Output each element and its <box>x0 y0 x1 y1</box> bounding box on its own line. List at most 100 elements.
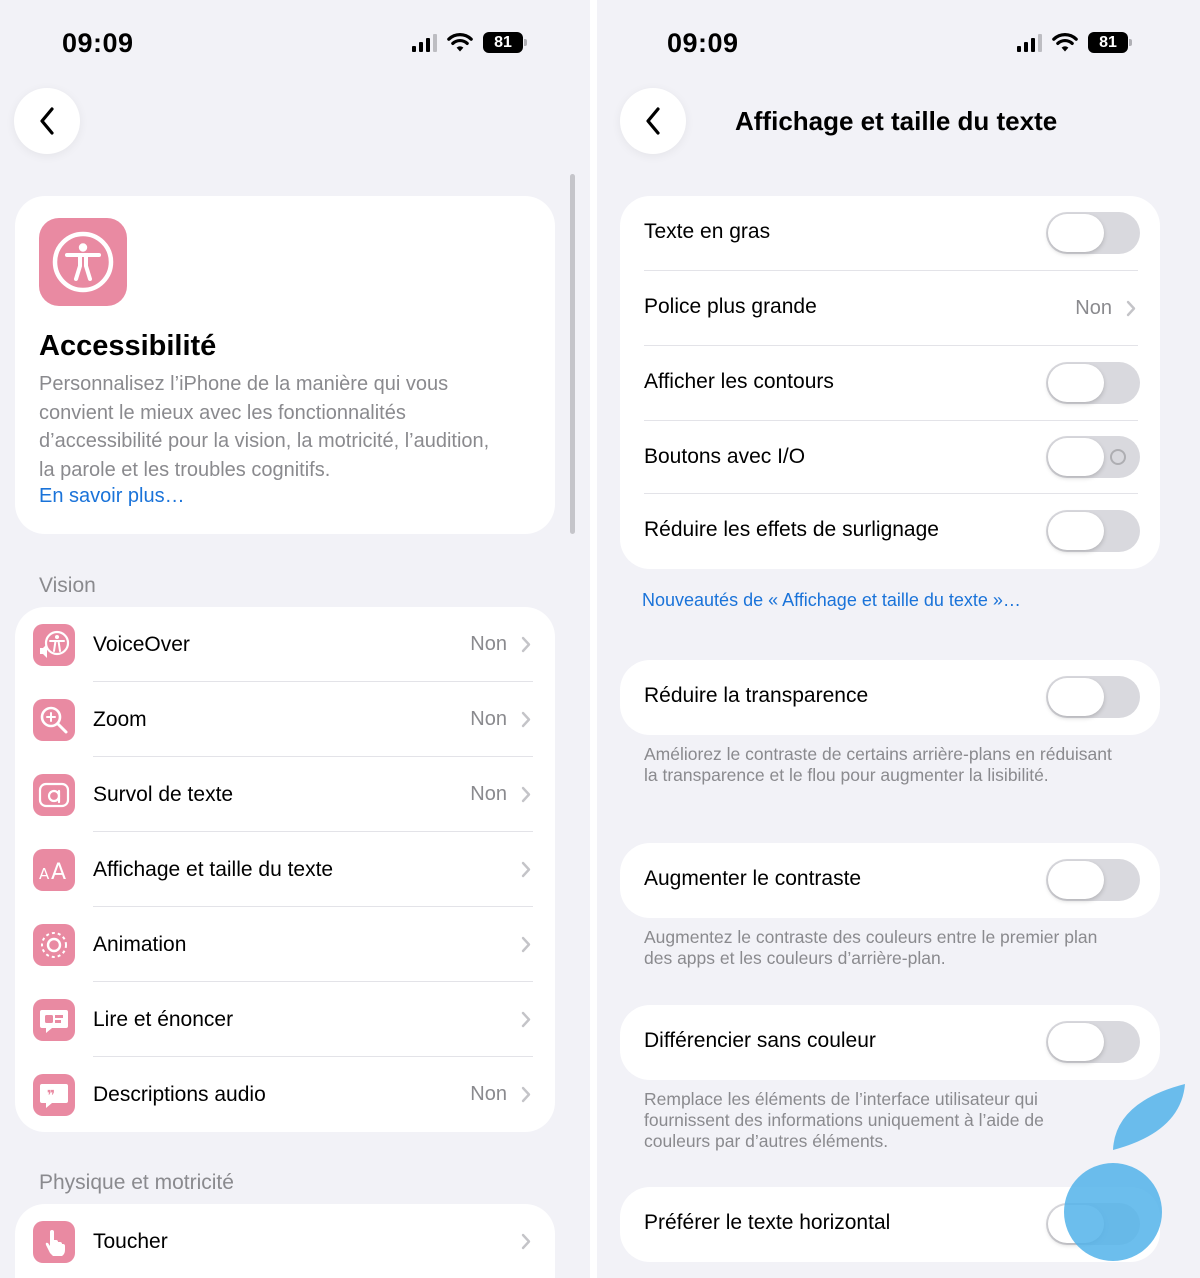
text-options-group: Texte en gras Police plus grande Non Aff… <box>620 196 1160 569</box>
svg-text:A: A <box>51 860 66 885</box>
row-label: Police plus grande <box>644 295 817 318</box>
voiceover-icon <box>33 624 75 666</box>
row-bold-text[interactable]: Texte en gras <box>620 196 1160 271</box>
zoom-icon <box>33 699 75 741</box>
section-header-vision: Vision <box>39 574 96 597</box>
whats-new-link[interactable]: Nouveautés de « Affichage et taille du t… <box>642 590 1021 611</box>
button-shapes-toggle[interactable] <box>1046 362 1140 404</box>
list-item-value: Non <box>470 783 507 805</box>
row-reduce-transparency[interactable]: Réduire la transparence <box>620 660 1160 735</box>
toggle-knob <box>1048 678 1104 716</box>
on-off-labels-toggle[interactable] <box>1046 436 1140 478</box>
list-item-value: Non <box>470 633 507 655</box>
toggle-knob <box>1048 1023 1104 1061</box>
list-item-zoom[interactable]: Zoom Non <box>15 682 555 757</box>
row-button-shapes[interactable]: Afficher les contours <box>620 346 1160 421</box>
list-item-label: Animation <box>93 932 187 956</box>
back-button[interactable] <box>620 88 686 154</box>
status-time: 09:09 <box>62 28 134 58</box>
row-increase-contrast[interactable]: Augmenter le contraste <box>620 843 1160 918</box>
svg-text:❞: ❞ <box>47 1088 55 1104</box>
section-header-physique: Physique et motricité <box>39 1171 234 1194</box>
chevron-right-icon <box>521 1011 531 1028</box>
chevron-right-icon <box>521 636 531 653</box>
row-label: Augmenter le contraste <box>644 867 862 890</box>
row-larger-font[interactable]: Police plus grande Non <box>620 271 1160 346</box>
list-item-display-text-size[interactable]: AA Affichage et taille du texte <box>15 832 555 907</box>
list-item-value: Non <box>470 1083 507 1105</box>
battery-icon: 81 <box>483 32 527 53</box>
chevron-right-icon <box>521 786 531 803</box>
list-item-speak[interactable]: Lire et énoncer <box>15 982 555 1057</box>
list-item-label: Descriptions audio <box>93 1082 266 1106</box>
row-on-off-labels[interactable]: Boutons avec I/O <box>620 421 1160 494</box>
cellular-signal-icon <box>412 33 437 52</box>
row-differentiate-without-color[interactable]: Différencier sans couleur <box>620 1005 1160 1080</box>
leaf-watermark-icon <box>1113 1084 1185 1150</box>
row-reduce-highlighting[interactable]: Réduire les effets de surlignage <box>620 494 1160 569</box>
list-item-label: Zoom <box>93 707 147 731</box>
wifi-icon <box>1052 32 1078 51</box>
status-time: 09:09 <box>667 28 739 58</box>
svg-text:A: A <box>39 865 50 883</box>
scrollbar[interactable] <box>570 174 575 534</box>
list-item-hover-text[interactable]: Survol de texte Non <box>15 757 555 832</box>
hero-description: Personnalisez l’iPhone de la manière qui… <box>39 373 490 481</box>
hover-text-icon <box>33 774 75 816</box>
battery-icon: 81 <box>1088 32 1132 53</box>
touch-icon <box>33 1221 75 1263</box>
chevron-right-icon <box>521 711 531 728</box>
increase-contrast-card: Augmenter le contraste <box>620 843 1160 918</box>
page-title: Accessibilité <box>39 330 217 362</box>
list-item-audio-descriptions[interactable]: ❞ Descriptions audio Non <box>15 1057 555 1132</box>
row-label: Boutons avec I/O <box>644 445 806 468</box>
list-item-value: Non <box>470 708 507 730</box>
list-item-label: Affichage et taille du texte <box>93 857 334 881</box>
cellular-signal-icon <box>1017 33 1042 52</box>
toggle-knob <box>1048 861 1104 899</box>
speak-icon <box>33 999 75 1041</box>
text-size-icon: AA <box>33 849 75 891</box>
vision-list: VoiceOver Non Zoom Non Survol de texte N… <box>15 607 555 1132</box>
reduce-transparency-note: Améliorez le contraste de certains arriè… <box>644 744 1112 785</box>
row-label: Réduire la transparence <box>644 684 869 707</box>
bold-text-toggle[interactable] <box>1046 212 1140 254</box>
increase-contrast-note: Augmentez le contraste des couleurs entr… <box>644 927 1098 968</box>
chevron-right-icon <box>521 861 531 878</box>
accessibility-screen: 09:09 81 Accessibilité Personnalisez l’i… <box>0 0 590 1278</box>
toggle-knob <box>1048 364 1104 402</box>
audio-description-icon: ❞ <box>33 1074 75 1116</box>
chevron-left-icon <box>646 107 660 135</box>
accessibility-hero-card: Accessibilité Personnalisez l’iPhone de … <box>15 196 555 534</box>
list-item-touch[interactable]: Toucher <box>15 1204 555 1278</box>
differentiate-toggle[interactable] <box>1046 1021 1140 1063</box>
row-value: Non <box>1075 297 1112 319</box>
reduce-transparency-card: Réduire la transparence <box>620 660 1160 735</box>
list-item-label: VoiceOver <box>93 632 190 656</box>
row-label: Texte en gras <box>644 220 771 243</box>
chevron-right-icon <box>521 1233 531 1250</box>
status-icons: 81 <box>412 32 527 53</box>
row-label: Afficher les contours <box>644 370 834 393</box>
back-button[interactable] <box>14 88 80 154</box>
differentiate-note: Remplace les éléments de l’interface uti… <box>644 1089 1044 1151</box>
animation-icon <box>33 924 75 966</box>
reduce-transparency-toggle[interactable] <box>1046 676 1140 718</box>
learn-more-link[interactable]: En savoir plus… <box>39 485 185 508</box>
chevron-right-icon <box>1126 300 1136 317</box>
list-item-voiceover[interactable]: VoiceOver Non <box>15 607 555 682</box>
increase-contrast-toggle[interactable] <box>1046 859 1140 901</box>
toggle-knob <box>1048 438 1104 476</box>
toggle-knob <box>1048 512 1104 550</box>
reduce-highlighting-toggle[interactable] <box>1046 510 1140 552</box>
row-label: Réduire les effets de surlignage <box>644 518 939 541</box>
off-indicator-icon <box>1110 449 1126 465</box>
chevron-right-icon <box>521 1086 531 1103</box>
blue-circle-watermark-icon <box>1064 1163 1162 1261</box>
list-item-animation[interactable]: Animation <box>15 907 555 982</box>
status-icons: 81 <box>1017 32 1132 53</box>
physique-list: Toucher <box>15 1204 555 1278</box>
list-item-label: Toucher <box>93 1229 168 1253</box>
chevron-right-icon <box>521 936 531 953</box>
row-label: Préférer le texte horizontal <box>644 1211 891 1234</box>
